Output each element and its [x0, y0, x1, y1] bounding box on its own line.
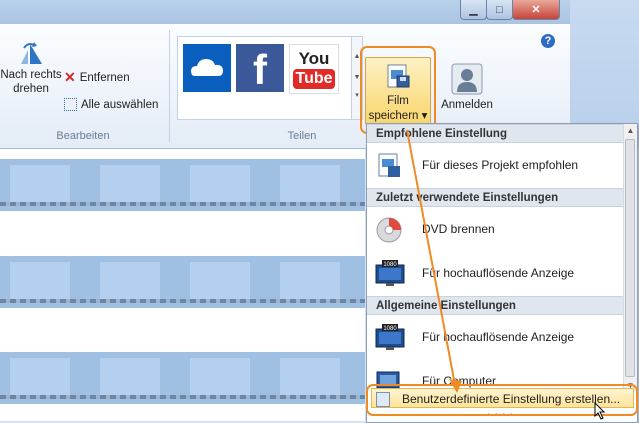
- sign-in-label: Anmelden: [441, 99, 493, 111]
- group-label-edit: Bearbeiten: [56, 130, 110, 142]
- maximize-icon: □: [496, 3, 503, 16]
- clip-thumbnail: [190, 165, 250, 203]
- clip-thumbnail: [280, 165, 340, 203]
- help-icon[interactable]: ?: [541, 34, 555, 48]
- rotate-right-label-2: drehen: [13, 83, 49, 95]
- highlight-ring-save-button: [360, 46, 436, 134]
- menu-item-label: Für hochauflösende Anzeige: [422, 266, 575, 280]
- dvd-icon: [376, 217, 402, 243]
- clip-thumbnail: [190, 262, 250, 300]
- minimize-icon: ▁: [469, 4, 478, 16]
- storyboard-area[interactable]: [0, 149, 365, 421]
- menu-item-hd-recent[interactable]: 1080 Für hochauflösende Anzeige: [367, 254, 623, 294]
- select-all-icon: [64, 98, 77, 111]
- hd-badge: 1080: [383, 262, 397, 268]
- sign-in-button[interactable]: Anmelden: [441, 62, 493, 111]
- user-icon: [451, 63, 483, 95]
- menu-item-project-recommended[interactable]: Für dieses Projekt empfohlen: [367, 146, 623, 186]
- hd-badge: 1080: [383, 326, 397, 332]
- menu-item-label: Für dieses Projekt empfohlen: [422, 158, 579, 172]
- hd-monitor-icon: 1080: [375, 324, 405, 350]
- facebook-tile[interactable]: f: [236, 44, 284, 93]
- youtube-icon: You Tube: [293, 50, 335, 89]
- menu-item-label: DVD brennen: [422, 222, 495, 236]
- clip-thumbnail: [280, 262, 340, 300]
- remove-label: Entfernen: [79, 71, 130, 84]
- clip-strip[interactable]: [0, 256, 365, 308]
- save-movie-menu: Empfohlene Einstellung Für dieses Projek…: [366, 123, 638, 423]
- menu-header-recent: Zuletzt verwendete Einstellungen: [367, 188, 623, 207]
- clip-thumbnail: [10, 165, 70, 203]
- remove-button[interactable]: ✕ Entfernen: [64, 69, 130, 86]
- youtube-logo-you: You: [298, 49, 330, 68]
- rotate-right-label-1: Nach rechts: [0, 69, 62, 81]
- clip-timeline: [0, 202, 365, 206]
- scroll-up-icon[interactable]: ▲: [624, 124, 637, 137]
- clip-thumbnail: [100, 262, 160, 300]
- youtube-tile[interactable]: You Tube: [289, 44, 339, 94]
- menu-item-label: Für hochauflösende Anzeige: [422, 330, 575, 344]
- clip-strip[interactable]: [0, 159, 365, 211]
- hd-monitor-icon: 1080: [375, 260, 405, 286]
- facebook-icon: f: [253, 46, 267, 93]
- rotate-right-icon: [18, 40, 44, 66]
- menu-header-general: Allgemeine Einstellungen: [367, 296, 623, 315]
- menu-item-dvd[interactable]: DVD brennen: [367, 210, 623, 250]
- select-all-button[interactable]: Alle auswählen: [64, 98, 158, 111]
- clip-thumbnail: [190, 358, 250, 396]
- clip-thumbnail: [10, 358, 70, 396]
- cloud-icon: [191, 59, 223, 76]
- clip-thumbnail: [10, 262, 70, 300]
- menu-item-hd-general[interactable]: 1080 Für hochauflösende Anzeige: [367, 318, 623, 358]
- share-gallery: f You Tube: [177, 36, 353, 120]
- clip-timeline: [0, 299, 365, 303]
- clip-timeline: [0, 395, 365, 399]
- close-button[interactable]: ✕: [512, 0, 560, 20]
- youtube-logo-tube: Tube: [293, 69, 335, 89]
- remove-icon: ✕: [64, 69, 76, 85]
- minimize-button[interactable]: ▁: [460, 0, 487, 20]
- scroll-thumb[interactable]: [625, 139, 635, 377]
- menu-header-recommended: Empfohlene Einstellung: [367, 124, 623, 143]
- clip-thumbnail: [280, 358, 340, 396]
- onedrive-tile[interactable]: [183, 44, 231, 92]
- clip-strip[interactable]: [0, 352, 365, 404]
- group-separator: [169, 30, 170, 142]
- menu-scrollbar[interactable]: ▲ ▼: [623, 124, 637, 392]
- maximize-button[interactable]: □: [486, 0, 513, 20]
- project-settings-icon: [378, 153, 400, 177]
- mouse-cursor-icon: [594, 402, 606, 420]
- clip-thumbnail: [100, 358, 160, 396]
- select-all-label: Alle auswählen: [81, 98, 159, 111]
- clip-thumbnail: [100, 165, 160, 203]
- close-icon: ✕: [531, 4, 541, 16]
- rotate-right-button[interactable]: Nach rechts drehen: [0, 40, 62, 96]
